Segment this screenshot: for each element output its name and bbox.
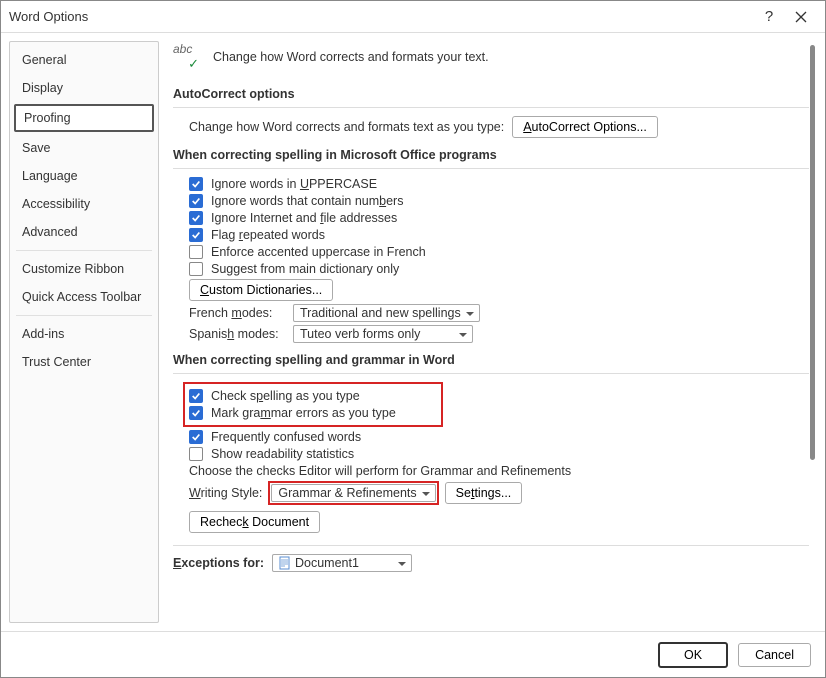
sidebar-item-display[interactable]: Display: [10, 74, 158, 102]
autocorrect-desc: Change how Word corrects and formats tex…: [189, 120, 504, 134]
ignore-uppercase-label: Ignore words in UPPERCASE: [211, 177, 377, 191]
enforce-french-label: Enforce accented uppercase in French: [211, 245, 426, 259]
word-grammar-section-title: When correcting spelling and grammar in …: [173, 353, 809, 367]
freq-confused-label: Frequently confused words: [211, 430, 361, 444]
ignore-internet-checkbox[interactable]: [189, 211, 203, 225]
ignore-numbers-checkbox[interactable]: [189, 194, 203, 208]
readability-label: Show readability statistics: [211, 447, 354, 461]
help-button[interactable]: ?: [753, 1, 785, 33]
office-spelling-section-title: When correcting spelling in Microsoft Of…: [173, 148, 809, 162]
sidebar-item-customize-ribbon[interactable]: Customize Ribbon: [10, 255, 158, 283]
titlebar: Word Options ?: [1, 1, 825, 33]
french-modes-label: French modes:: [189, 306, 285, 320]
choose-checks-desc: Choose the checks Editor will perform fo…: [189, 464, 571, 478]
check-spelling-checkbox[interactable]: [189, 389, 203, 403]
flag-repeated-label: Flag repeated words: [211, 228, 325, 242]
section-divider: [173, 373, 809, 374]
help-icon: ?: [765, 8, 773, 25]
category-sidebar: General Display Proofing Save Language A…: [9, 41, 159, 623]
autocorrect-section-title: AutoCorrect options: [173, 87, 809, 101]
sidebar-item-advanced[interactable]: Advanced: [10, 218, 158, 246]
sidebar-item-addins[interactable]: Add-ins: [10, 320, 158, 348]
section-divider: [173, 107, 809, 108]
spanish-modes-select[interactable]: Tuteo verb forms only: [293, 325, 473, 343]
section-divider: [173, 168, 809, 169]
writing-style-settings-button[interactable]: Settings...: [445, 482, 523, 504]
document-icon: [279, 556, 291, 570]
sidebar-item-accessibility[interactable]: Accessibility: [10, 190, 158, 218]
page-header: abc ✓ Change how Word corrects and forma…: [173, 45, 809, 69]
ignore-uppercase-checkbox[interactable]: [189, 177, 203, 191]
check-icon: ✓: [188, 56, 199, 72]
window-title: Word Options: [9, 9, 753, 24]
sidebar-item-trust-center[interactable]: Trust Center: [10, 348, 158, 376]
check-spelling-label: Check spelling as you type: [211, 389, 360, 403]
spanish-modes-label: Spanish modes:: [189, 327, 285, 341]
page-header-desc: Change how Word corrects and formats you…: [213, 50, 489, 64]
mark-grammar-checkbox[interactable]: [189, 406, 203, 420]
sidebar-item-language[interactable]: Language: [10, 162, 158, 190]
content-panel: abc ✓ Change how Word corrects and forma…: [159, 41, 817, 623]
freq-confused-checkbox[interactable]: [189, 430, 203, 444]
dialog-body: General Display Proofing Save Language A…: [1, 33, 825, 631]
suggest-main-checkbox[interactable]: [189, 262, 203, 276]
ignore-internet-label: Ignore Internet and file addresses: [211, 211, 397, 225]
highlight-top: Check spelling as you type Mark grammar …: [183, 382, 443, 427]
scrollbar-thumb[interactable]: [810, 45, 815, 460]
highlight-writing-style: Grammar & Refinements: [268, 481, 438, 505]
exceptions-select[interactable]: Document1: [272, 554, 412, 572]
dialog-footer: OK Cancel: [1, 631, 825, 677]
enforce-french-checkbox[interactable]: [189, 245, 203, 259]
close-icon: [795, 11, 807, 23]
sidebar-item-proofing[interactable]: Proofing: [14, 104, 154, 132]
scrollbar[interactable]: [807, 41, 817, 623]
close-button[interactable]: [785, 1, 817, 33]
readability-checkbox[interactable]: [189, 447, 203, 461]
exceptions-label: Exceptions for:: [173, 556, 264, 570]
word-options-dialog: Word Options ? General Display Proofing …: [0, 0, 826, 678]
suggest-main-label: Suggest from main dictionary only: [211, 262, 399, 276]
custom-dictionaries-button[interactable]: Custom Dictionaries...: [189, 279, 333, 301]
autocorrect-row: Change how Word corrects and formats tex…: [173, 116, 809, 138]
ignore-numbers-label: Ignore words that contain numbers: [211, 194, 403, 208]
sidebar-item-quick-access[interactable]: Quick Access Toolbar: [10, 283, 158, 311]
sidebar-separator: [16, 250, 152, 251]
autocorrect-options-button[interactable]: AutoCorrect Options...: [512, 116, 658, 138]
french-modes-select[interactable]: Traditional and new spellings: [293, 304, 480, 322]
writing-style-select[interactable]: Grammar & Refinements: [271, 484, 435, 502]
sidebar-item-general[interactable]: General: [10, 46, 158, 74]
flag-repeated-checkbox[interactable]: [189, 228, 203, 242]
writing-style-label: Writing Style:: [189, 486, 262, 500]
proofing-icon: abc ✓: [173, 45, 203, 69]
cancel-button[interactable]: Cancel: [738, 643, 811, 667]
sidebar-separator: [16, 315, 152, 316]
mark-grammar-label: Mark grammar errors as you type: [211, 406, 396, 420]
sidebar-item-save[interactable]: Save: [10, 134, 158, 162]
recheck-document-button[interactable]: Recheck Document: [189, 511, 320, 533]
ok-button[interactable]: OK: [658, 642, 728, 668]
section-divider: [173, 545, 809, 546]
